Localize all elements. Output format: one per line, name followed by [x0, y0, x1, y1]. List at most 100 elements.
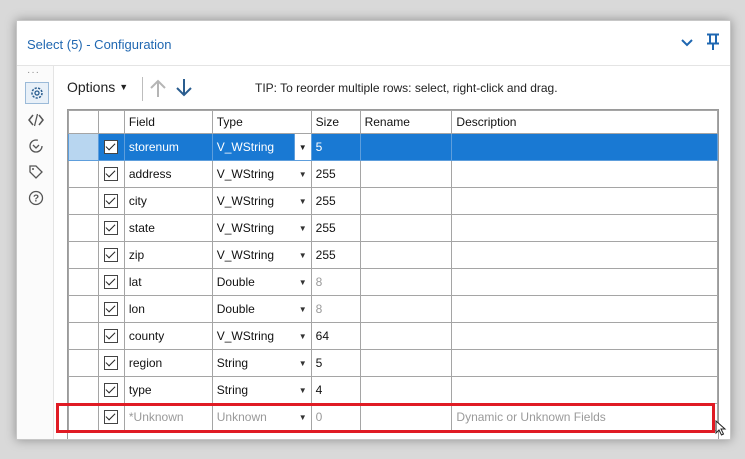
- description-cell[interactable]: [451, 214, 718, 242]
- type-dropdown-icon[interactable]: ▼: [295, 324, 311, 349]
- table-row[interactable]: storenum V_WString ▼ 5: [68, 133, 718, 161]
- description-cell[interactable]: [451, 268, 718, 296]
- description-cell[interactable]: [451, 349, 718, 377]
- row-indicator[interactable]: [68, 322, 99, 350]
- size-cell[interactable]: 255: [310, 187, 361, 215]
- rename-cell[interactable]: [359, 403, 453, 431]
- description-cell[interactable]: [451, 241, 718, 269]
- size-cell[interactable]: 64: [310, 322, 361, 350]
- include-checkbox-cell[interactable]: [97, 160, 125, 188]
- type-dropdown-icon[interactable]: ▼: [295, 405, 311, 430]
- table-row[interactable]: city V_WString ▼ 255: [68, 187, 718, 215]
- table-row[interactable]: county V_WString ▼ 64: [68, 322, 718, 350]
- pin-icon[interactable]: [706, 33, 720, 51]
- size-cell[interactable]: 255: [310, 160, 361, 188]
- type-dropdown-icon[interactable]: ▼: [295, 243, 311, 268]
- help-icon[interactable]: ?: [25, 188, 47, 208]
- description-cell[interactable]: [451, 187, 718, 215]
- table-row[interactable]: state V_WString ▼ 255: [68, 214, 718, 242]
- rename-cell[interactable]: [359, 349, 453, 377]
- type-dropdown-icon[interactable]: ▼: [295, 162, 311, 187]
- row-indicator[interactable]: [68, 241, 99, 269]
- type-cell[interactable]: Double ▼: [211, 268, 312, 296]
- type-cell[interactable]: V_WString ▼: [211, 160, 312, 188]
- table-row[interactable]: region String ▼ 5: [68, 349, 718, 377]
- type-cell[interactable]: V_WString ▼: [211, 322, 312, 350]
- xml-code-icon[interactable]: [25, 110, 47, 130]
- table-row[interactable]: lon Double ▼ 8: [68, 295, 718, 323]
- column-header-type[interactable]: Type: [211, 110, 312, 134]
- rename-cell[interactable]: [359, 295, 453, 323]
- type-dropdown-icon[interactable]: ▼: [295, 216, 311, 241]
- size-cell[interactable]: 8: [310, 295, 361, 323]
- type-cell[interactable]: V_WString ▼: [211, 214, 312, 242]
- rename-cell[interactable]: [359, 268, 453, 296]
- include-checkbox-cell[interactable]: [97, 268, 125, 296]
- column-header-field[interactable]: Field: [123, 110, 213, 134]
- reload-icon[interactable]: [25, 136, 47, 156]
- size-cell[interactable]: 255: [310, 214, 361, 242]
- collapse-chevron-icon[interactable]: [680, 37, 694, 49]
- row-indicator[interactable]: [68, 295, 99, 323]
- size-cell[interactable]: 5: [310, 349, 361, 377]
- include-checkbox-cell[interactable]: [97, 403, 125, 431]
- rename-cell[interactable]: [359, 133, 453, 161]
- include-checkbox[interactable]: [104, 302, 119, 317]
- description-cell[interactable]: Dynamic or Unknown Fields: [451, 403, 718, 431]
- type-cell[interactable]: String ▼: [211, 349, 312, 377]
- row-indicator[interactable]: [68, 133, 99, 161]
- include-checkbox[interactable]: [104, 356, 119, 371]
- description-cell[interactable]: [451, 295, 718, 323]
- table-row[interactable]: address V_WString ▼ 255: [68, 160, 718, 188]
- type-cell[interactable]: V_WString ▼: [211, 241, 312, 269]
- include-checkbox-cell[interactable]: [97, 187, 125, 215]
- size-cell[interactable]: 255: [310, 241, 361, 269]
- type-dropdown-icon[interactable]: ▼: [295, 189, 311, 214]
- row-indicator[interactable]: [68, 349, 99, 377]
- table-row[interactable]: zip V_WString ▼ 255: [68, 241, 718, 269]
- include-checkbox[interactable]: [104, 167, 119, 182]
- include-checkbox[interactable]: [104, 329, 119, 344]
- settings-icon[interactable]: [25, 82, 49, 104]
- description-cell[interactable]: [451, 133, 718, 161]
- row-indicator[interactable]: [68, 214, 99, 242]
- column-header-size[interactable]: Size: [310, 110, 361, 134]
- column-header-rename[interactable]: Rename: [359, 110, 453, 134]
- type-dropdown-icon[interactable]: ▼: [295, 351, 311, 376]
- table-row[interactable]: type String ▼ 4: [68, 376, 718, 404]
- type-cell[interactable]: Double ▼: [211, 295, 312, 323]
- arrow-up-icon[interactable]: [149, 78, 167, 98]
- rename-cell[interactable]: [359, 322, 453, 350]
- include-checkbox-cell[interactable]: [97, 376, 125, 404]
- row-indicator[interactable]: [68, 403, 99, 431]
- size-cell[interactable]: 5: [310, 133, 361, 161]
- type-dropdown-icon[interactable]: ▼: [293, 134, 311, 160]
- include-checkbox[interactable]: [104, 383, 119, 398]
- description-cell[interactable]: [451, 160, 718, 188]
- type-dropdown-icon[interactable]: ▼: [295, 297, 311, 322]
- include-checkbox-cell[interactable]: [97, 295, 125, 323]
- include-checkbox[interactable]: [104, 194, 119, 209]
- size-cell[interactable]: 4: [310, 376, 361, 404]
- type-dropdown-icon[interactable]: ▼: [295, 378, 311, 403]
- description-cell[interactable]: [451, 322, 718, 350]
- include-checkbox[interactable]: [104, 248, 119, 263]
- type-cell[interactable]: V_WString ▼: [211, 187, 312, 215]
- type-cell[interactable]: Unknown ▼: [211, 403, 312, 431]
- options-menu-button[interactable]: Options ▼: [67, 79, 128, 95]
- type-dropdown-icon[interactable]: ▼: [295, 270, 311, 295]
- size-cell[interactable]: 8: [310, 268, 361, 296]
- table-row[interactable]: *Unknown Unknown ▼ 0 Dynamic or Unknown Fiel…: [68, 403, 718, 431]
- column-header-description[interactable]: Description: [451, 110, 718, 134]
- rename-cell[interactable]: [359, 187, 453, 215]
- include-checkbox-cell[interactable]: [97, 133, 125, 161]
- include-checkbox[interactable]: [104, 140, 119, 155]
- row-indicator[interactable]: [68, 268, 99, 296]
- include-checkbox-cell[interactable]: [97, 322, 125, 350]
- row-indicator[interactable]: [68, 376, 99, 404]
- rename-cell[interactable]: [359, 160, 453, 188]
- include-checkbox[interactable]: [104, 221, 119, 236]
- include-checkbox[interactable]: [104, 275, 119, 290]
- arrow-down-icon[interactable]: [175, 78, 193, 98]
- include-checkbox-cell[interactable]: [97, 214, 125, 242]
